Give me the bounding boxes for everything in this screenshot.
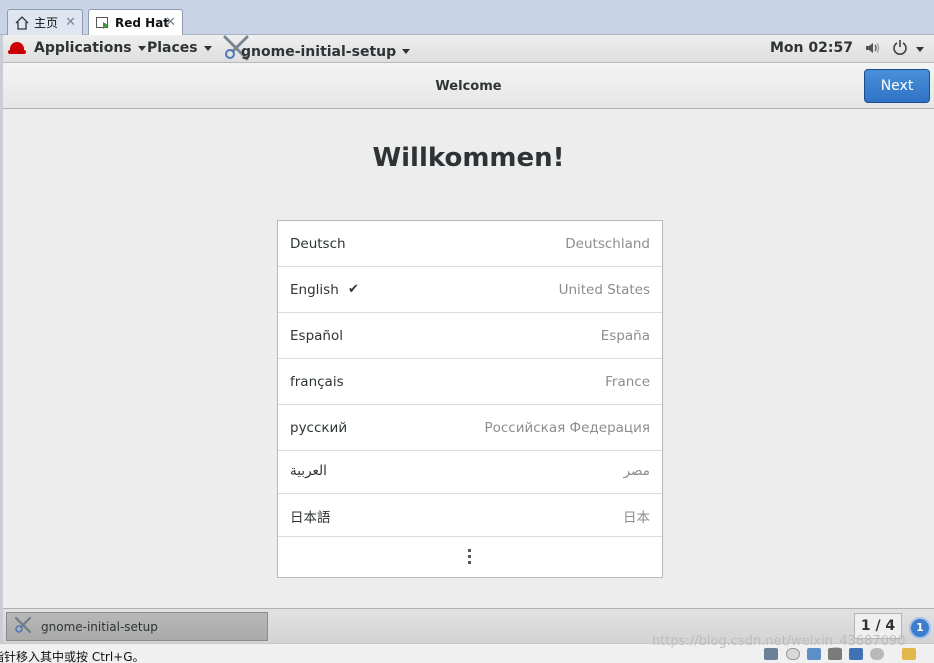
disk-icon[interactable]	[764, 648, 778, 660]
sound-icon[interactable]	[870, 648, 884, 660]
close-icon[interactable]: ✕	[65, 15, 76, 30]
printer-icon[interactable]	[828, 648, 842, 660]
language-name: العربية	[290, 463, 327, 479]
more-languages-button[interactable]	[278, 537, 662, 577]
welcome-heading: Willkommen!	[372, 143, 565, 173]
language-row-deutsch[interactable]: Deutsch Deutschland	[278, 221, 662, 267]
language-name: Deutsch	[290, 236, 346, 252]
notification-badge[interactable]: 1	[909, 617, 931, 639]
app-menu-label: gnome-initial-setup	[241, 43, 397, 60]
language-name: 日本語	[290, 510, 331, 526]
page-title: Welcome	[435, 79, 502, 94]
vm-tab-redhat-label: Red Hat	[115, 15, 170, 30]
taskbar-window-label: gnome-initial-setup	[41, 619, 158, 634]
clock-label: Mon 02:57	[770, 40, 853, 56]
app-menu[interactable]: gnome-initial-setup	[221, 33, 411, 63]
language-region: Deutschland	[565, 236, 650, 252]
next-button[interactable]: Next	[864, 69, 930, 103]
language-row-japanese[interactable]: 日本語 日本	[278, 494, 662, 537]
vm-tab-home-label: 主页	[34, 16, 59, 30]
chevron-down-icon	[916, 46, 924, 52]
language-row-francais[interactable]: français France	[278, 359, 662, 405]
language-name: русский	[290, 420, 348, 436]
taskbar-window-button[interactable]: gnome-initial-setup	[6, 612, 268, 641]
language-row-russkiy[interactable]: русский Российская Федерация	[278, 405, 662, 451]
wrench-icon	[13, 615, 33, 638]
chevron-down-icon	[137, 45, 146, 51]
language-region: Российская Федерация	[484, 420, 650, 436]
language-region: España	[600, 328, 650, 344]
language-name: français	[290, 374, 344, 390]
language-region: 日本	[623, 510, 650, 526]
places-label: Places	[147, 40, 198, 56]
home-icon	[14, 15, 30, 31]
watermark: https://blog.csdn.net/weixin_43687090	[652, 634, 906, 649]
language-name: English	[290, 282, 339, 298]
status-hint: 指针移入其中或按 Ctrl+G。	[0, 650, 145, 663]
cd-icon[interactable]	[786, 648, 800, 660]
language-list: Deutsch Deutschland English ✔ United Sta…	[277, 220, 663, 578]
vm-play-icon	[95, 15, 111, 31]
power-menu[interactable]	[892, 39, 924, 59]
vm-tab-redhat[interactable]: Red Hat ✕	[88, 9, 183, 35]
folder-icon[interactable]	[902, 648, 916, 660]
language-region: France	[605, 374, 650, 390]
initial-setup-window: Welcome Next Willkommen! Deutsch Deutsch…	[3, 63, 934, 608]
applications-menu[interactable]: Applications	[8, 40, 146, 56]
vm-tab-home[interactable]: 主页 ✕	[7, 9, 83, 35]
usb-icon[interactable]	[849, 648, 863, 660]
header-bar: Welcome Next	[3, 63, 934, 109]
language-row-arabic[interactable]: العربية مصر	[278, 451, 662, 494]
close-icon[interactable]: ✕	[165, 15, 176, 30]
power-icon	[892, 39, 908, 59]
language-row-english[interactable]: English ✔ United States	[278, 267, 662, 313]
chevron-down-icon	[203, 45, 212, 51]
vm-tab-strip: 主页 ✕ Red Hat ✕	[0, 0, 934, 35]
clock[interactable]: Mon 02:57	[770, 40, 853, 56]
gnome-top-bar: Applications Places gnome-initial-setup …	[3, 35, 934, 63]
language-region: United States	[558, 282, 650, 298]
more-vertical-icon	[468, 549, 472, 567]
chevron-down-icon	[402, 49, 411, 54]
applications-label: Applications	[34, 40, 132, 56]
language-row-espanol[interactable]: Español España	[278, 313, 662, 359]
language-region: مصر	[623, 463, 650, 479]
redhat-logo-icon	[8, 42, 26, 54]
checkmark-icon: ✔	[348, 282, 359, 297]
language-name: Español	[290, 328, 343, 344]
network-icon[interactable]	[807, 648, 821, 660]
volume-icon[interactable]	[864, 40, 880, 56]
places-menu[interactable]: Places	[147, 40, 212, 56]
